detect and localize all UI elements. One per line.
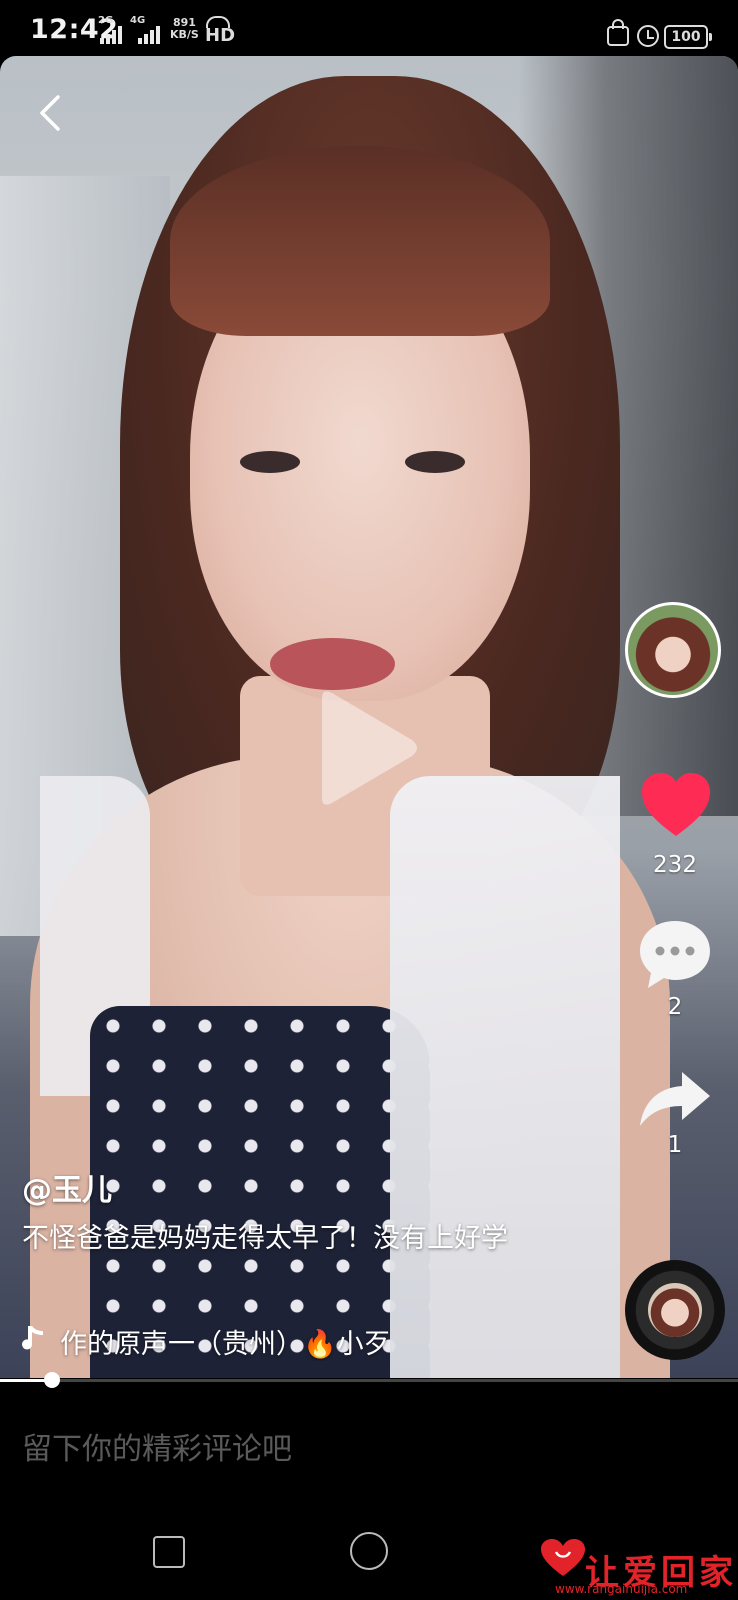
video-subject-eye: [405, 451, 465, 473]
lock-icon: [607, 19, 629, 46]
recents-button[interactable]: [153, 1536, 185, 1568]
comment-input[interactable]: 留下你的精彩评论吧: [22, 1424, 292, 1468]
video-progress-track[interactable]: [0, 1379, 738, 1382]
home-button[interactable]: [350, 1532, 388, 1570]
share-count: 1: [667, 1132, 683, 1158]
signal-icon: [100, 22, 122, 44]
status-bar: 12:42 2G 4G 891 KB/S HD 100: [0, 0, 738, 56]
author-name[interactable]: @玉儿: [22, 1165, 112, 1209]
video-subject-lace: [390, 776, 620, 1378]
author-avatar[interactable]: [625, 602, 721, 698]
battery-icon: 100: [664, 25, 712, 49]
music-disc-cover: [648, 1283, 702, 1337]
like-heart-icon[interactable]: [640, 772, 712, 838]
like-count: 232: [653, 852, 697, 878]
share-arrow-icon[interactable]: [638, 1070, 712, 1130]
video-subject-fringe: [170, 146, 550, 336]
heart-logo-icon: [541, 1539, 585, 1576]
video-description: 不怪爸爸是妈妈走得太早了！没有上好学: [22, 1223, 508, 1254]
video-progress-knob[interactable]: [43, 1372, 60, 1388]
hd-label: HD: [205, 25, 236, 46]
back-arrow-icon[interactable]: [34, 95, 70, 131]
signal-icon-2: [138, 22, 160, 44]
network-speed-unit: KB/S: [170, 28, 199, 41]
alarm-icon: [637, 25, 659, 47]
music-title[interactable]: 作的原声一（贵州）🔥小歹: [60, 1322, 390, 1361]
network-speed: 891 KB/S: [170, 17, 199, 41]
video-subject-eye: [240, 451, 300, 473]
watermark-url: www.rangaihuijia.com: [555, 1582, 688, 1596]
comment-bubble-icon[interactable]: [638, 918, 712, 990]
music-note-icon: [22, 1326, 43, 1350]
play-icon[interactable]: [312, 688, 422, 808]
video-subject-mouth: [270, 638, 395, 690]
comment-count: 2: [667, 994, 683, 1020]
